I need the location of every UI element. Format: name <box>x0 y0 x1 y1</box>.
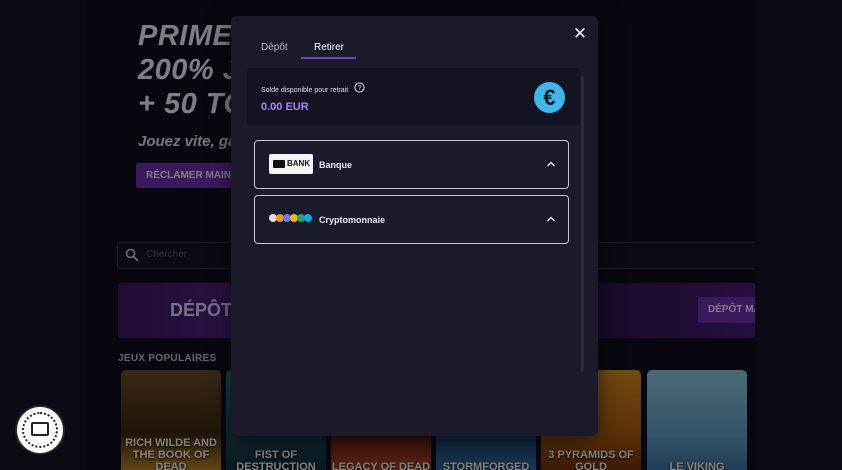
crypto-coins-icon <box>269 214 313 226</box>
close-icon[interactable]: ✕ <box>572 25 588 42</box>
book-icon <box>31 422 49 436</box>
method-label: Banque <box>319 160 353 170</box>
modal-scrollbar[interactable] <box>581 76 584 372</box>
balance-label: Solde disponible pour retrait <box>261 87 349 94</box>
withdraw-modal: Dépôt Retirer ✕ Solde disponible pour re… <box>231 16 598 436</box>
payment-method-crypto[interactable]: Cryptomonnaie <box>254 195 569 244</box>
card-shape <box>273 160 285 168</box>
book-of-bonus-logo[interactable] <box>15 405 65 455</box>
help-icon[interactable]: ? <box>354 82 365 93</box>
chevron-up-icon <box>547 216 555 222</box>
svg-text:?: ? <box>358 85 362 92</box>
payment-method-bank[interactable]: BANK Banque <box>254 140 569 189</box>
active-tab-indicator <box>301 57 356 59</box>
chevron-up-icon <box>547 161 555 167</box>
coin <box>304 214 312 222</box>
balance-value: 0.00 EUR <box>261 101 309 113</box>
bank-logo-text: BANK <box>287 159 311 168</box>
tab-withdraw[interactable]: Retirer <box>314 42 344 53</box>
euro-icon: € <box>534 82 565 113</box>
tab-deposit[interactable]: Dépôt <box>261 42 288 53</box>
method-label: Cryptomonnaie <box>319 215 386 225</box>
withdrawable-balance-card: Solde disponible pour retrait ? 0.00 EUR… <box>247 68 580 126</box>
bank-card-icon: BANK <box>269 154 313 174</box>
